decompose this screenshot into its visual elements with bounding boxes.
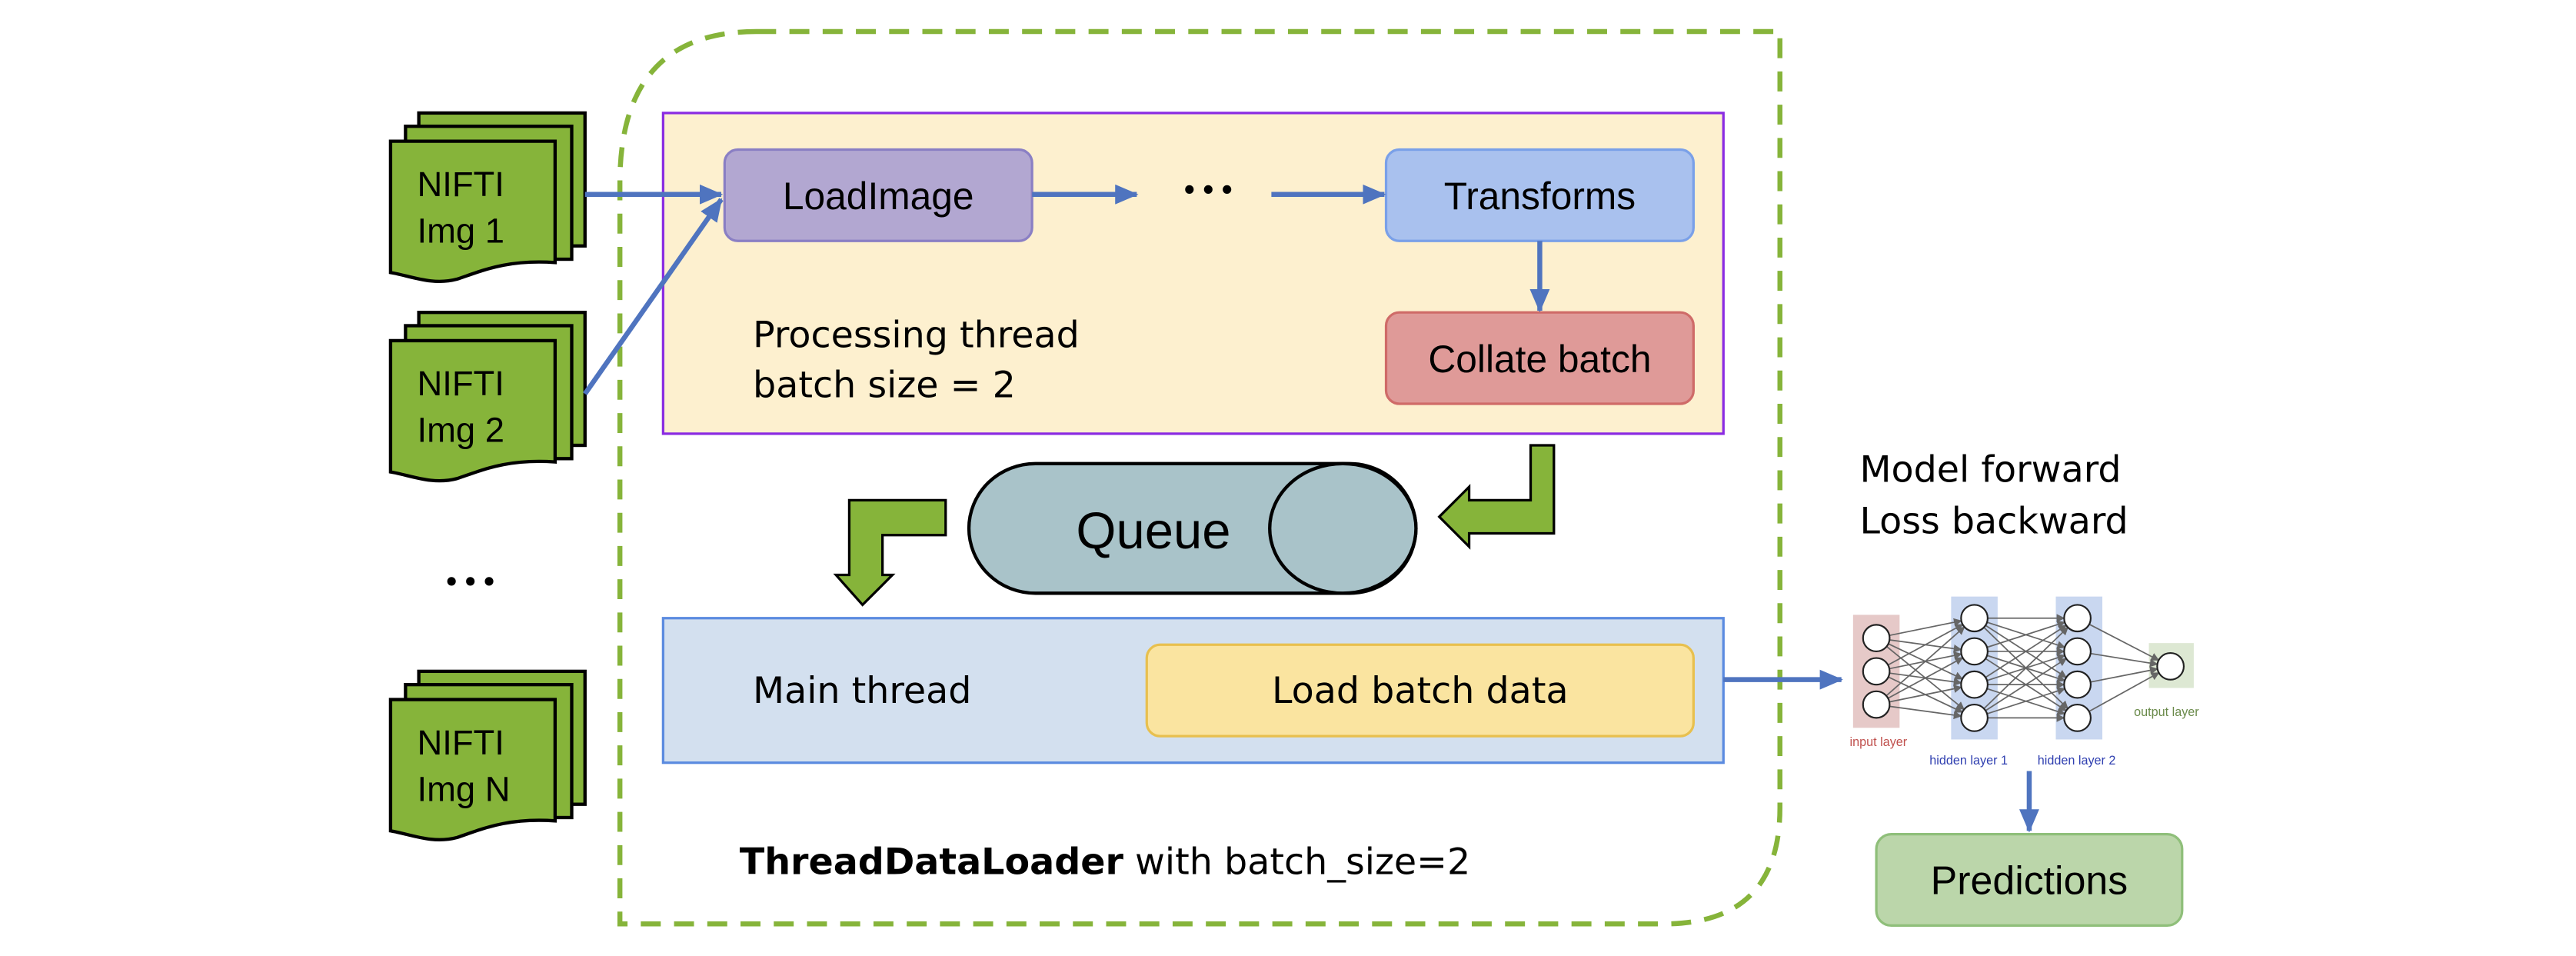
queue-label: Queue: [1076, 502, 1230, 560]
input-layer-label: input layer: [1850, 735, 1908, 749]
collate-batch-label: Collate batch: [1428, 338, 1651, 381]
diagram-canvas: Processing thread batch size = 2 LoadIma…: [0, 0, 2576, 952]
loss-backward-label: Loss backward: [1859, 501, 2128, 543]
hidden-layer-1-label: hidden layer 1: [1929, 754, 2008, 768]
nifti-label: NIFTI: [417, 723, 504, 762]
dataloader-params: with batch_size=2: [1123, 841, 1470, 883]
nifti-image-label: Img 2: [417, 411, 504, 450]
nn-neuron: [1862, 690, 1891, 719]
predictions-label: Predictions: [1931, 858, 2128, 902]
nn-neuron: [1862, 624, 1891, 653]
load-image-node: LoadImage: [723, 148, 1033, 242]
collate-batch-node: Collate batch: [1384, 311, 1695, 405]
inputs-ellipsis: • • •: [446, 565, 494, 598]
nifti-label: NIFTI: [417, 165, 504, 204]
transform-ellipsis: • • •: [1184, 173, 1232, 206]
load-image-label: LoadImage: [783, 175, 974, 218]
arrow-collate-to-queue: [1437, 444, 1556, 550]
model-forward-label: Model forward: [1859, 449, 2121, 491]
output-layer-label: output layer: [2134, 705, 2199, 719]
nn-neuron: [1960, 670, 1989, 699]
main-thread-label: Main thread: [753, 670, 971, 712]
nifti-label: NIFTI: [417, 364, 504, 403]
dataloader-caption: ThreadDataLoader with batch_size=2: [740, 841, 1470, 883]
transforms-node: Transforms: [1384, 148, 1695, 242]
nn-neuron: [2063, 604, 2092, 633]
nn-neuron: [2156, 652, 2185, 681]
nifti-stack-n: NIFTI Img N: [388, 669, 587, 841]
load-batch-data-node: Load batch data: [1145, 643, 1695, 738]
nn-neuron: [1960, 703, 1989, 732]
nn-neuron: [1960, 604, 1989, 633]
nn-neuron: [1960, 637, 1989, 666]
dataloader-name: ThreadDataLoader: [740, 841, 1124, 883]
nn-neuron: [2063, 670, 2092, 699]
processing-thread-label: Processing thread: [753, 315, 1080, 357]
nn-connection: [1889, 685, 1962, 703]
nifti-stack-1: NIFTI Img 1: [388, 111, 587, 283]
neural-network-diagram: input layer hidden layer 1 hidden layer …: [1850, 596, 2199, 768]
nn-connection: [1889, 705, 1962, 720]
nifti-stack-2: NIFTI Img 2: [388, 311, 587, 483]
transforms-label: Transforms: [1444, 175, 1636, 218]
batch-size-label: batch size = 2: [753, 364, 1016, 406]
nn-connection: [1889, 618, 1962, 637]
predictions-node: Predictions: [1875, 832, 2184, 928]
arrow-queue-to-main: [833, 498, 947, 607]
nifti-image-label: Img N: [417, 769, 510, 808]
queue-cylinder: Queue: [967, 461, 1418, 595]
hidden-layer-2-label: hidden layer 2: [2038, 754, 2116, 768]
nn-neuron: [2063, 637, 2092, 666]
nifti-image-label: Img 1: [417, 211, 504, 250]
nn-neuron: [2063, 703, 2092, 732]
nn-neuron: [1862, 657, 1891, 686]
load-batch-data-label: Load batch data: [1272, 670, 1569, 712]
